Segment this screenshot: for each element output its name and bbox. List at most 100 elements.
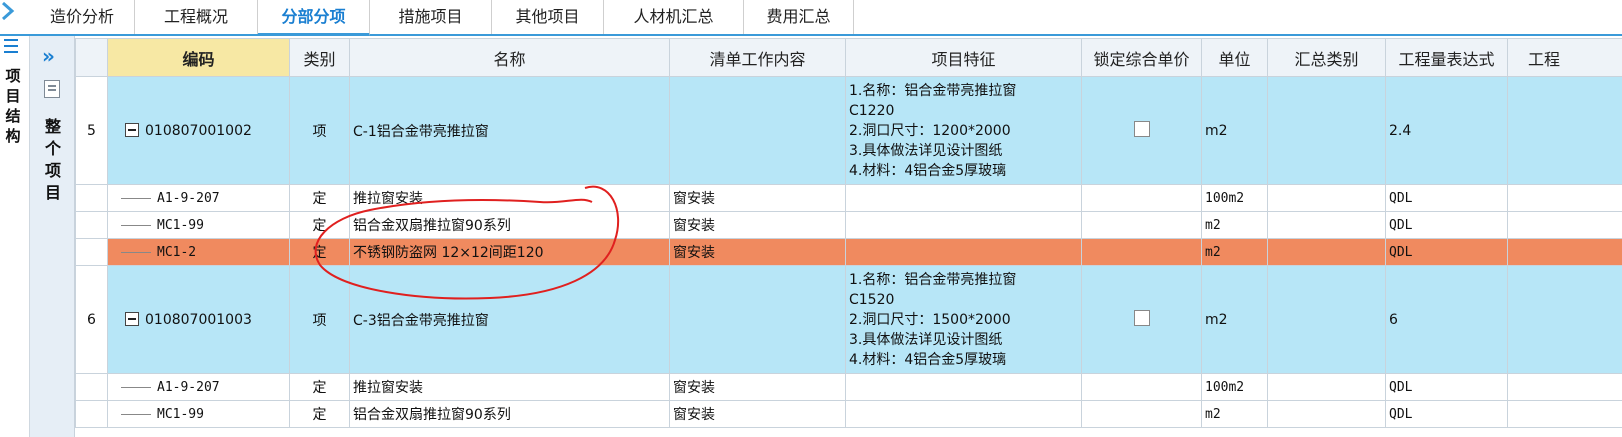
code-cell[interactable]: MC1-99 [107,400,290,428]
double-chevron-icon[interactable]: » [42,44,55,68]
col-summary-category-header[interactable]: 汇总类别 [1267,38,1386,77]
summary-category-cell[interactable] [1267,373,1386,401]
name-cell[interactable]: 推拉窗安装 [349,184,670,212]
lock-price-cell[interactable] [1081,373,1202,401]
lock-price-cell[interactable] [1081,238,1202,266]
code-cell[interactable]: MC1-99 [107,211,290,239]
table-row[interactable]: MC1-99 定 铝合金双扇推拉窗90系列 窗安装 m2 QDL [75,211,1622,239]
name-cell[interactable]: C-1铝合金带亮推拉窗 [349,76,670,185]
quantity-cell[interactable] [1507,76,1622,185]
category-cell[interactable]: 项 [289,76,350,185]
tab-measures[interactable]: 措施项目 [370,0,492,34]
category-cell[interactable]: 定 [289,238,350,266]
table-row[interactable]: A1-9-207 定 推拉窗安装 窗安装 100m2 QDL [75,184,1622,212]
code-cell[interactable]: 010807001002 [107,76,290,185]
unit-cell[interactable]: m2 [1201,400,1268,428]
work-content-cell[interactable]: 窗安装 [669,400,846,428]
table-row[interactable]: MC1-99 定 铝合金双扇推拉窗90系列 窗安装 m2 QDL [75,400,1622,428]
code-cell[interactable]: A1-9-207 [107,373,290,401]
project-structure-panel[interactable]: 项目结构 [0,36,30,437]
work-content-cell[interactable] [669,76,846,185]
features-cell[interactable] [845,211,1082,239]
col-name-header[interactable]: 名称 [349,38,670,77]
work-content-cell[interactable]: 窗安装 [669,211,846,239]
tab-project-overview[interactable]: 工程概况 [135,0,258,34]
work-content-cell[interactable] [669,265,846,374]
lock-price-cell[interactable] [1081,76,1202,185]
quantity-cell[interactable] [1507,238,1622,266]
tab-other-items[interactable]: 其他项目 [492,0,604,34]
lock-price-cell[interactable] [1081,211,1202,239]
tab-cost-analysis[interactable]: 造价分析 [30,0,135,34]
features-cell[interactable]: 1.名称：铝合金带亮推拉窗 C1520 2.洞口尺寸：1500*2000 3.具… [845,265,1082,374]
unit-cell[interactable]: 100m2 [1201,373,1268,401]
lock-price-checkbox[interactable] [1133,309,1150,326]
whole-project-label[interactable]: 整个项目 [42,116,64,204]
category-cell[interactable]: 定 [289,373,350,401]
quantity-expression-cell[interactable]: QDL [1385,184,1508,212]
quantity-cell[interactable] [1507,211,1622,239]
category-cell[interactable]: 定 [289,184,350,212]
summary-category-cell[interactable] [1267,76,1386,185]
quantity-expression-cell[interactable]: QDL [1385,238,1508,266]
col-work-content-header[interactable]: 清单工作内容 [669,38,846,77]
work-content-cell[interactable]: 窗安装 [669,373,846,401]
tab-labor-material-machine[interactable]: 人材机汇总 [604,0,744,34]
name-cell[interactable]: 铝合金双扇推拉窗90系列 [349,400,670,428]
list-icon[interactable] [2,36,20,56]
quantity-cell[interactable] [1507,373,1622,401]
summary-category-cell[interactable] [1267,184,1386,212]
category-cell[interactable]: 项 [289,265,350,374]
name-cell[interactable]: 铝合金双扇推拉窗90系列 [349,211,670,239]
unit-cell[interactable]: 100m2 [1201,184,1268,212]
work-content-cell[interactable]: 窗安装 [669,238,846,266]
collapse-icon[interactable] [125,122,139,137]
col-category-header[interactable]: 类别 [289,38,350,77]
table-row[interactable]: A1-9-207 定 推拉窗安装 窗安装 100m2 QDL [75,373,1622,401]
unit-cell[interactable]: m2 [1201,211,1268,239]
col-quantity-expression-header[interactable]: 工程量表达式 [1385,38,1508,77]
quantity-cell[interactable] [1507,400,1622,428]
features-cell[interactable] [845,184,1082,212]
work-content-cell[interactable]: 窗安装 [669,184,846,212]
col-lock-price-header[interactable]: 锁定综合单价 [1081,38,1202,77]
document-icon[interactable] [44,80,60,98]
name-cell[interactable]: 不锈钢防盗网 12×12间距120 [349,238,670,266]
quantity-expression-cell[interactable]: 6 [1385,265,1508,374]
lock-price-cell[interactable] [1081,265,1202,374]
features-cell[interactable]: 1.名称：铝合金带亮推拉窗 C1220 2.洞口尺寸：1200*2000 3.具… [845,76,1082,185]
lock-price-cell[interactable] [1081,184,1202,212]
quantity-cell[interactable] [1507,184,1622,212]
name-cell[interactable]: 推拉窗安装 [349,373,670,401]
features-cell[interactable] [845,400,1082,428]
summary-category-cell[interactable] [1267,400,1386,428]
features-cell[interactable] [845,238,1082,266]
tab-cost-summary[interactable]: 费用汇总 [744,0,854,34]
unit-cell[interactable]: m2 [1201,76,1268,185]
summary-category-cell[interactable] [1267,265,1386,374]
col-unit-header[interactable]: 单位 [1201,38,1268,77]
category-cell[interactable]: 定 [289,211,350,239]
code-cell[interactable]: A1-9-207 [107,184,290,212]
table-row-selected[interactable]: MC1-2 定 不锈钢防盗网 12×12间距120 窗安装 m2 QDL [75,238,1622,266]
category-cell[interactable]: 定 [289,400,350,428]
quantity-cell[interactable] [1507,265,1622,374]
col-code-header[interactable]: 编码 [107,38,290,77]
name-cell[interactable]: C-3铝合金带亮推拉窗 [349,265,670,374]
quantity-expression-cell[interactable]: 2.4 [1385,76,1508,185]
code-cell[interactable]: MC1-2 [107,238,290,266]
col-features-header[interactable]: 项目特征 [845,38,1082,77]
lock-price-checkbox[interactable] [1133,120,1150,137]
collapse-icon[interactable] [125,311,139,326]
tab-sub-items[interactable]: 分部分项 [258,0,370,36]
features-cell[interactable] [845,373,1082,401]
code-cell[interactable]: 010807001003 [107,265,290,374]
chevron-icon[interactable] [0,0,20,22]
col-quantity-header[interactable]: 工程 [1507,38,1622,77]
unit-cell[interactable]: m2 [1201,238,1268,266]
unit-cell[interactable]: m2 [1201,265,1268,374]
quantity-expression-cell[interactable]: QDL [1385,400,1508,428]
table-row[interactable]: 6 010807001003 项 C-3铝合金带亮推拉窗 1.名称：铝合金带亮推… [75,265,1622,374]
quantity-expression-cell[interactable]: QDL [1385,373,1508,401]
summary-category-cell[interactable] [1267,211,1386,239]
